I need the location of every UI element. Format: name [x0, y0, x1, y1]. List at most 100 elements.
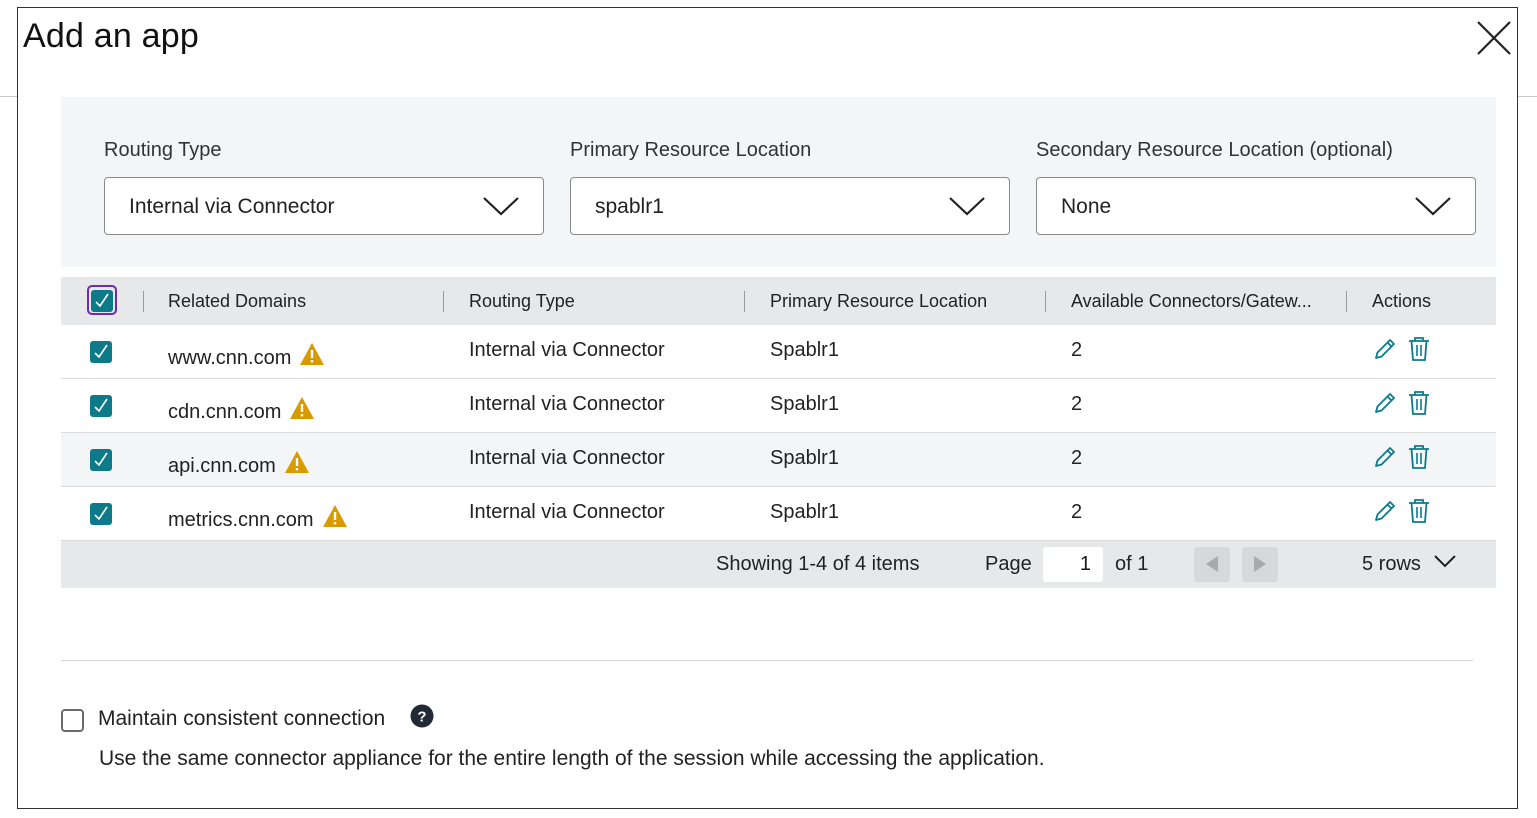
domain-text: api.cnn.com	[168, 455, 276, 477]
warning-icon	[322, 505, 347, 527]
location-cell: Spablr1	[770, 447, 839, 469]
connectors-cell: 2	[1071, 447, 1083, 469]
warning-icon	[290, 397, 315, 419]
table-row: cdn.cnn.com Internal via Connector Spabl…	[61, 379, 1496, 433]
column-header-available-connectors[interactable]: Available Connectors/Gatew...	[1071, 291, 1312, 312]
next-page-icon	[1254, 556, 1266, 572]
domain-cell: cdn.cnn.com	[168, 396, 315, 424]
domain-text: metrics.cnn.com	[168, 509, 314, 531]
secondary-location-value: None	[1061, 195, 1112, 218]
help-icon: ?	[410, 704, 434, 728]
edit-icon	[1375, 393, 1395, 413]
row-checkbox[interactable]	[90, 341, 112, 363]
row-checkbox[interactable]	[90, 503, 112, 525]
column-header-primary-location[interactable]: Primary Resource Location	[770, 291, 987, 312]
rows-per-page-value: 5 rows	[1362, 553, 1421, 575]
delete-button[interactable]	[1407, 498, 1431, 529]
column-separator	[1045, 291, 1046, 312]
check-icon	[94, 452, 108, 467]
prev-page-icon	[1206, 556, 1218, 572]
location-cell: Spablr1	[770, 393, 839, 415]
routing-filter-panel: Routing Type Internal via Connector Prim…	[61, 97, 1496, 267]
svg-text:?: ?	[417, 709, 426, 726]
row-checkbox[interactable]	[90, 449, 112, 471]
page-total-label: of 1	[1115, 553, 1149, 575]
edit-button[interactable]	[1372, 498, 1398, 529]
delete-icon	[1409, 499, 1429, 523]
column-header-routing-type[interactable]: Routing Type	[469, 291, 575, 312]
page-number-input[interactable]: 1	[1043, 547, 1103, 582]
section-divider	[61, 660, 1473, 661]
column-separator	[1346, 291, 1347, 312]
location-cell: Spablr1	[770, 501, 839, 523]
connectors-cell: 2	[1071, 339, 1083, 361]
domain-cell: www.cnn.com	[168, 342, 325, 370]
warning-icon	[284, 451, 309, 473]
close-button[interactable]	[1476, 20, 1512, 56]
routing-type-value: Internal via Connector	[129, 195, 335, 218]
table-row: api.cnn.com Internal via Connector Spabl…	[61, 433, 1496, 487]
primary-location-label: Primary Resource Location	[570, 139, 812, 161]
routing-cell: Internal via Connector	[469, 447, 665, 469]
edit-button[interactable]	[1372, 390, 1398, 421]
next-page-button[interactable]	[1242, 547, 1278, 582]
domain-text: cdn.cnn.com	[168, 401, 282, 423]
chevron-down-icon	[483, 197, 519, 216]
check-icon	[94, 506, 108, 521]
row-checkbox[interactable]	[90, 395, 112, 417]
routing-type-select[interactable]: Internal via Connector	[104, 177, 544, 235]
chevron-down-icon	[949, 197, 985, 216]
connectors-cell: 2	[1071, 393, 1083, 415]
column-header-related-domains[interactable]: Related Domains	[168, 291, 306, 312]
column-separator	[443, 291, 444, 312]
connectors-cell: 2	[1071, 501, 1083, 523]
domain-cell: metrics.cnn.com	[168, 504, 348, 532]
dialog-title: Add an app	[23, 17, 199, 55]
delete-button[interactable]	[1407, 390, 1431, 421]
prev-page-button[interactable]	[1194, 547, 1230, 582]
chevron-down-icon	[1415, 197, 1451, 216]
check-icon	[94, 344, 108, 359]
routing-cell: Internal via Connector	[469, 501, 665, 523]
delete-icon	[1409, 337, 1429, 361]
delete-icon	[1409, 391, 1429, 415]
select-all-checkbox[interactable]	[91, 290, 113, 312]
secondary-location-label: Secondary Resource Location (optional)	[1036, 139, 1393, 161]
routing-cell: Internal via Connector	[469, 339, 665, 361]
column-header-actions: Actions	[1372, 291, 1432, 311]
maintain-connection-checkbox[interactable]	[61, 709, 84, 732]
close-icon	[1477, 21, 1511, 55]
edit-button[interactable]	[1372, 444, 1398, 475]
showing-items-text: Showing 1-4 of 4 items	[716, 553, 920, 575]
page-label: Page	[985, 553, 1032, 575]
edit-icon	[1375, 339, 1395, 359]
edit-button[interactable]	[1372, 336, 1398, 367]
warning-icon	[300, 343, 325, 365]
edit-icon	[1375, 501, 1395, 521]
maintain-connection-description: Use the same connector appliance for the…	[99, 747, 1045, 770]
maintain-connection-label: Maintain consistent connection	[98, 707, 386, 730]
table-header: Related Domains Routing Type Primary Res…	[61, 277, 1496, 325]
primary-location-value: spablr1	[595, 195, 664, 218]
help-button[interactable]: ?	[410, 704, 434, 733]
chevron-down-icon	[1434, 555, 1457, 568]
domain-text: www.cnn.com	[168, 347, 292, 369]
delete-button[interactable]	[1407, 336, 1431, 367]
column-separator	[143, 291, 144, 312]
table-row: www.cnn.com Internal via Connector Spabl…	[61, 325, 1496, 379]
primary-location-select[interactable]: spablr1	[570, 177, 1010, 235]
check-icon	[94, 398, 108, 413]
pagination-bar: Showing 1-4 of 4 items Page 1 of 1 5 row…	[61, 541, 1496, 588]
delete-button[interactable]	[1407, 444, 1431, 475]
location-cell: Spablr1	[770, 339, 839, 361]
delete-icon	[1409, 445, 1429, 469]
rows-per-page-select[interactable]: 5 rows	[1362, 553, 1457, 576]
routing-type-label: Routing Type	[104, 139, 222, 161]
column-separator	[744, 291, 745, 312]
table-row: metrics.cnn.com Internal via Connector S…	[61, 487, 1496, 541]
secondary-location-select[interactable]: None	[1036, 177, 1476, 235]
edit-icon	[1375, 447, 1395, 467]
domain-cell: api.cnn.com	[168, 450, 310, 478]
routing-cell: Internal via Connector	[469, 393, 665, 415]
check-icon	[95, 293, 109, 308]
